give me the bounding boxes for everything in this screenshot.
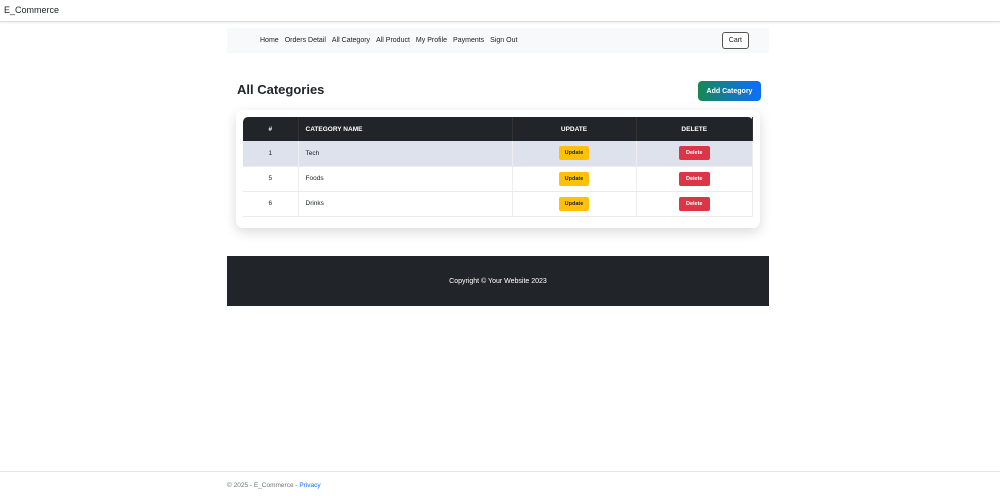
header-id: # [243,117,299,141]
nav-my-profile[interactable]: My Profile [416,37,447,44]
update-button[interactable]: Update [558,146,590,161]
nav-orders-detail[interactable]: Orders Detail [285,37,326,44]
update-button[interactable]: Update [558,196,590,211]
update-button[interactable]: Update [558,171,590,186]
nav-home[interactable]: Home [260,37,279,44]
header-name: CATEGORY NAME [298,117,513,141]
categories-table: # CATEGORY NAME UPDATE DELETE 1 Tech Upd… [243,117,753,217]
table-row: 1 Tech Update Delete [243,141,753,167]
header-update: UPDATE [512,117,637,141]
footer-copyright: Copyright © Your Website 2023 [449,277,547,285]
app-title[interactable]: E_Commerce [0,0,1000,22]
cart-button[interactable]: Cart [721,32,749,49]
nav-sign-out[interactable]: Sign Out [490,37,517,44]
navbar: Home Orders Detail All Category All Prod… [227,28,769,53]
bottom-text: © 2025 - E_Commerce - [227,482,300,489]
site-footer: Copyright © Your Website 2023 [227,256,769,306]
delete-button[interactable]: Delete [678,146,710,161]
nav-all-category[interactable]: All Category [332,37,370,44]
bottom-footer: © 2025 - E_Commerce - Privacy [0,471,1000,499]
add-category-button[interactable]: Add Category [698,81,761,101]
row-id: 1 [243,141,299,167]
header-delete: DELETE [636,117,753,141]
page-title: All Categories [237,82,325,97]
table-row: 6 Drinks Update Delete [243,191,753,217]
nav-payments[interactable]: Payments [453,37,484,44]
table-row: 5 Foods Update Delete [243,166,753,192]
row-id: 5 [243,166,299,192]
privacy-link[interactable]: Privacy [299,482,320,489]
row-name: Tech [298,141,513,167]
row-name: Drinks [298,191,513,217]
row-name: Foods [298,166,513,192]
nav-all-product[interactable]: All Product [376,37,410,44]
categories-card: # CATEGORY NAME UPDATE DELETE 1 Tech Upd… [236,110,760,228]
delete-button[interactable]: Delete [678,171,710,186]
row-id: 6 [243,191,299,217]
delete-button[interactable]: Delete [678,196,710,211]
